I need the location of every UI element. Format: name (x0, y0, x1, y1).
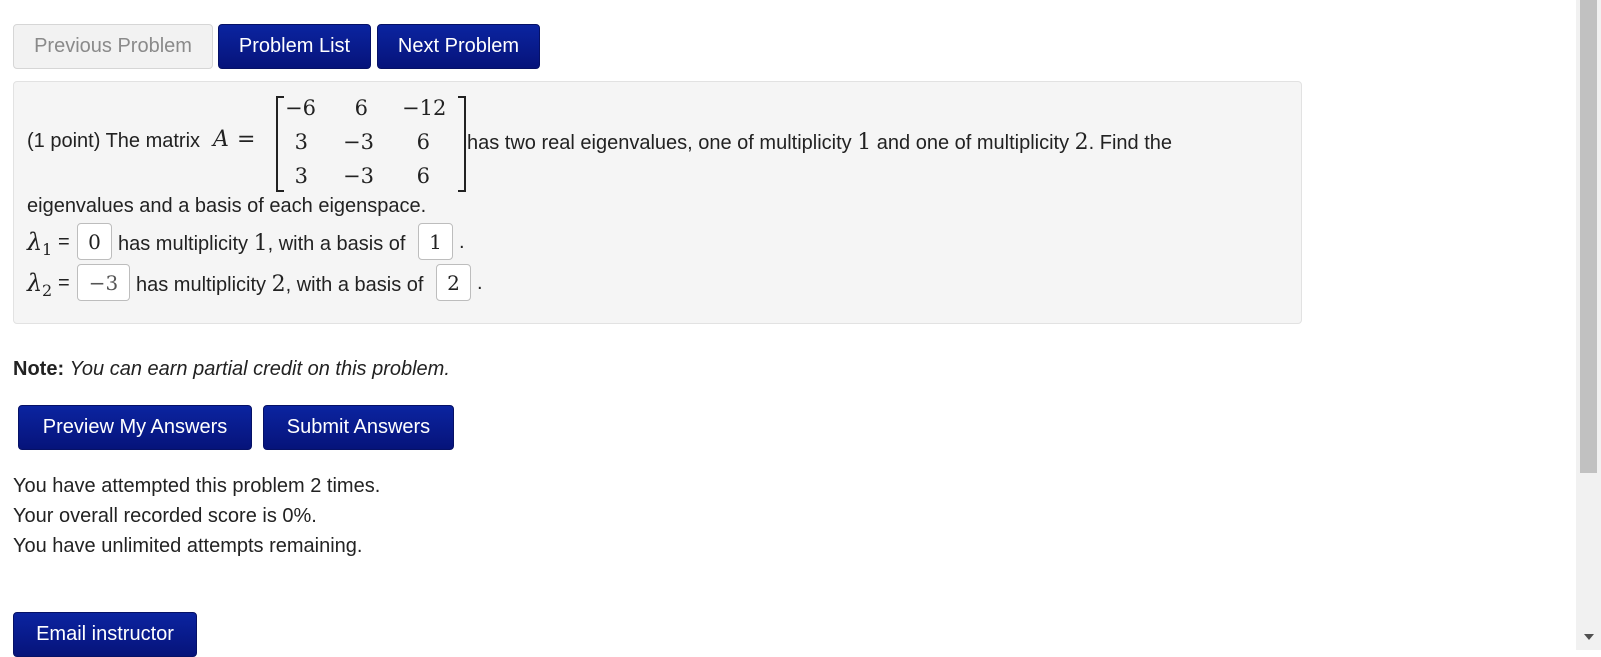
next-problem-button[interactable]: Next Problem (377, 24, 540, 69)
lambda1-equals: = (58, 231, 70, 253)
problem-prefix: (1 point) The matrix (27, 130, 201, 152)
lambda2-symbol: λ (27, 269, 43, 297)
lambda1-multiplicity-text: has multiplicity 1, with a basis of (118, 231, 405, 256)
note-line: Note: You can earn partial credit on thi… (13, 358, 450, 381)
lambda2-answer-field[interactable]: −3 (77, 264, 130, 301)
scrollbar-thumb[interactable] (1580, 0, 1597, 473)
matrix-cell: 3 (294, 130, 308, 154)
remaining-status: You have unlimited attempts remaining. (13, 535, 363, 557)
lambda2-subscript: 2 (42, 281, 53, 300)
statement-part-a: has two real eigenvalues, one of multipl… (467, 132, 858, 154)
problem-list-button[interactable]: Problem List (218, 24, 371, 69)
note-text: You can earn partial credit on this prob… (69, 358, 450, 380)
lambda2-multiplicity-value: 2 (271, 272, 286, 297)
scroll-down-arrow-icon[interactable] (1584, 634, 1594, 640)
basis1-answer-field[interactable]: 1 (418, 223, 453, 260)
attempts-status: You have attempted this problem 2 times. (13, 475, 381, 497)
lambda1-multiplicity-value: 1 (253, 231, 268, 256)
lambda1-subscript: 1 (42, 240, 53, 259)
lambda2-multiplicity-text: has multiplicity 2, with a basis of (136, 272, 423, 297)
matrix-cell: 6 (416, 164, 430, 188)
matrix-cell: −6 (285, 96, 316, 120)
period: . (459, 231, 465, 253)
equals-sign: = (237, 127, 256, 152)
email-instructor-button[interactable]: Email instructor (13, 612, 197, 657)
period: . (477, 272, 483, 294)
matrix-cell: 6 (354, 96, 368, 120)
matrix-cell: −12 (402, 96, 447, 120)
statement-part-c: . Find the (1088, 132, 1173, 154)
matrix-cell: −3 (343, 130, 374, 154)
basis2-answer-field[interactable]: 2 (436, 264, 471, 301)
with-basis-label: , with a basis of (267, 233, 406, 255)
submit-answers-button[interactable]: Submit Answers (263, 405, 454, 450)
multiplicity-one: 1 (857, 130, 872, 155)
preview-answers-button[interactable]: Preview My Answers (18, 405, 252, 450)
score-status: Your overall recorded score is 0%. (13, 505, 317, 527)
matrix-variable: A (213, 127, 229, 152)
problem-statement-line2: eigenvalues and a basis of each eigenspa… (27, 195, 427, 217)
matrix-cell: 3 (294, 164, 308, 188)
matrix-cell: −3 (343, 164, 374, 188)
matrix-right-bracket (458, 96, 466, 192)
problem-statement: has two real eigenvalues, one of multipl… (467, 130, 1172, 155)
has-multiplicity-label: has multiplicity (118, 233, 254, 255)
note-label: Note: (13, 358, 65, 380)
matrix-cell: 6 (416, 130, 430, 154)
has-multiplicity-label: has multiplicity (136, 274, 272, 296)
lambda2-equals: = (58, 272, 70, 294)
lambda1-symbol: λ (27, 228, 43, 256)
with-basis-label: , with a basis of (285, 274, 424, 296)
lambda1-answer-field[interactable]: 0 (77, 223, 112, 260)
vertical-scrollbar[interactable] (1576, 0, 1601, 650)
multiplicity-two: 2 (1074, 130, 1089, 155)
statement-part-b: and one of multiplicity (871, 132, 1075, 154)
previous-problem-button[interactable]: Previous Problem (13, 24, 213, 69)
matrix-a: −6 6 −12 3 −3 6 3 −3 6 (276, 96, 466, 192)
